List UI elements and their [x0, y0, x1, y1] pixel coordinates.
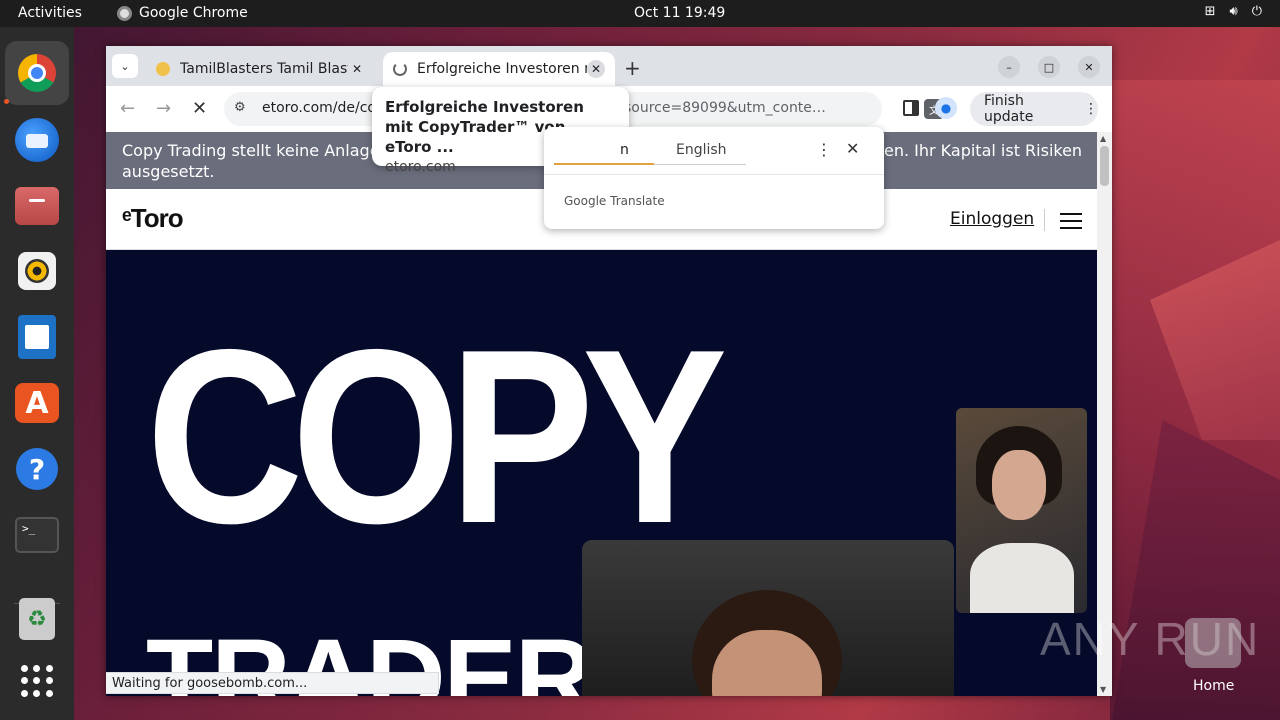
- dock-item-app-store[interactable]: A: [13, 379, 61, 427]
- etoro-logo[interactable]: ᵉToro: [122, 203, 184, 234]
- clock[interactable]: Oct 11 19:49: [634, 5, 725, 21]
- status-bubble: Waiting for goosebomb.com...: [106, 672, 439, 694]
- translate-target-tab[interactable]: English: [676, 142, 727, 158]
- thunderbird-icon: [15, 118, 59, 162]
- translate-source-tab[interactable]: n: [620, 142, 629, 158]
- help-icon: ?: [16, 448, 58, 490]
- scroll-up-icon[interactable]: ▲: [1100, 134, 1106, 143]
- dock-item-trash[interactable]: ♻: [13, 595, 61, 643]
- terminal-icon: >_: [15, 517, 59, 553]
- app-grid-icon: [21, 665, 53, 697]
- dock-item-files[interactable]: [13, 182, 61, 230]
- side-panel-icon[interactable]: [903, 100, 919, 116]
- investor-photo-card: [956, 408, 1087, 613]
- active-tab-underline: [554, 163, 654, 165]
- hamburger-menu-icon[interactable]: [1060, 213, 1082, 229]
- login-link[interactable]: Einloggen: [950, 209, 1034, 229]
- more-vert-icon: ⋮: [1084, 101, 1098, 117]
- network-icon: ⊞: [1204, 4, 1216, 19]
- dock-item-writer[interactable]: [13, 313, 61, 361]
- dock: A ? >_ ♻: [0, 27, 74, 720]
- loading-spinner-icon: [393, 62, 407, 76]
- home-label: Home: [1193, 678, 1235, 694]
- close-icon[interactable]: ✕: [348, 60, 366, 78]
- app-name: Google Chrome: [139, 5, 248, 21]
- google-translate-brand: Google Translate: [564, 194, 665, 208]
- power-icon: ⏻: [1251, 4, 1262, 19]
- dock-item-thunderbird[interactable]: [13, 116, 61, 164]
- app-store-icon: A: [15, 383, 59, 423]
- divider: [544, 174, 884, 175]
- tab-underline: [654, 164, 746, 165]
- chrome-icon: [117, 5, 132, 21]
- translate-bubble: n English ⋮ ✕ Google Translate: [544, 127, 884, 229]
- dock-item-help[interactable]: ?: [13, 445, 61, 493]
- libreoffice-writer-icon: [18, 315, 56, 359]
- system-top-bar: Activities Google Chrome Oct 11 19:49 ⊞ …: [0, 0, 1280, 27]
- home-folder-icon[interactable]: [1185, 618, 1241, 668]
- back-arrow-icon[interactable]: ←: [120, 98, 135, 119]
- new-tab-button[interactable]: +: [624, 56, 641, 80]
- minimize-button[interactable]: –: [998, 56, 1020, 78]
- scroll-thumb[interactable]: [1100, 146, 1109, 186]
- scroll-down-icon[interactable]: ▼: [1100, 685, 1106, 694]
- favicon-icon: [156, 62, 170, 76]
- dock-item-rhythmbox[interactable]: [13, 247, 61, 295]
- finish-update-button[interactable]: Finish update ⋮: [970, 92, 1098, 126]
- url-host: etoro.com/de/copytrader: [262, 100, 372, 116]
- tab-bar: ⌄ TamilBlasters Tamil Blasters ✕ Erfolgr…: [106, 46, 1112, 86]
- forward-arrow-icon[interactable]: →: [156, 98, 171, 119]
- hero-banner: COPY TRADER: [106, 250, 1097, 696]
- rhythmbox-icon: [18, 252, 56, 290]
- stop-icon[interactable]: ✕: [192, 98, 207, 119]
- dock-item-app-grid[interactable]: [13, 657, 61, 705]
- finish-update-label: Finish update: [984, 93, 1034, 125]
- tab-title: TamilBlasters Tamil Blasters: [180, 61, 348, 77]
- close-icon[interactable]: ✕: [846, 139, 859, 158]
- volume-icon: 🔊︎: [1229, 4, 1238, 19]
- chevron-down-icon: ⌄: [120, 59, 130, 73]
- close-icon[interactable]: ✕: [587, 60, 605, 78]
- tab-search-button[interactable]: ⌄: [112, 54, 138, 78]
- header-divider: [1044, 209, 1045, 231]
- tab-etoro[interactable]: Erfolgreiche Investoren mit CopyTrader ✕: [383, 52, 615, 86]
- profile-icon[interactable]: ●: [935, 97, 957, 119]
- files-icon: [15, 187, 59, 225]
- dock-item-chrome[interactable]: [5, 41, 69, 105]
- maximize-button[interactable]: □: [1038, 56, 1060, 78]
- more-vert-icon[interactable]: ⋮: [816, 140, 832, 159]
- app-menu[interactable]: Google Chrome: [117, 5, 248, 21]
- investor-photo: [582, 540, 954, 696]
- site-settings-icon[interactable]: ⚙: [234, 100, 246, 115]
- trash-icon: ♻: [19, 598, 55, 640]
- chrome-icon: [18, 54, 56, 92]
- activities-button[interactable]: Activities: [18, 5, 82, 21]
- tab-title: Erfolgreiche Investoren mit CopyTrader: [417, 61, 587, 77]
- dock-item-terminal[interactable]: >_: [13, 511, 61, 559]
- system-tray[interactable]: ⊞ 🔊︎ ⏻: [1205, 4, 1262, 19]
- close-window-button[interactable]: ✕: [1078, 56, 1100, 78]
- url-tail: source=89099&utm_conte…: [624, 100, 826, 116]
- disclaimer-text-right: en. Ihr Kapital ist Risiken: [884, 141, 1083, 160]
- tab-tamilblasters[interactable]: TamilBlasters Tamil Blasters ✕: [146, 52, 376, 86]
- hero-title: COPY: [146, 297, 728, 575]
